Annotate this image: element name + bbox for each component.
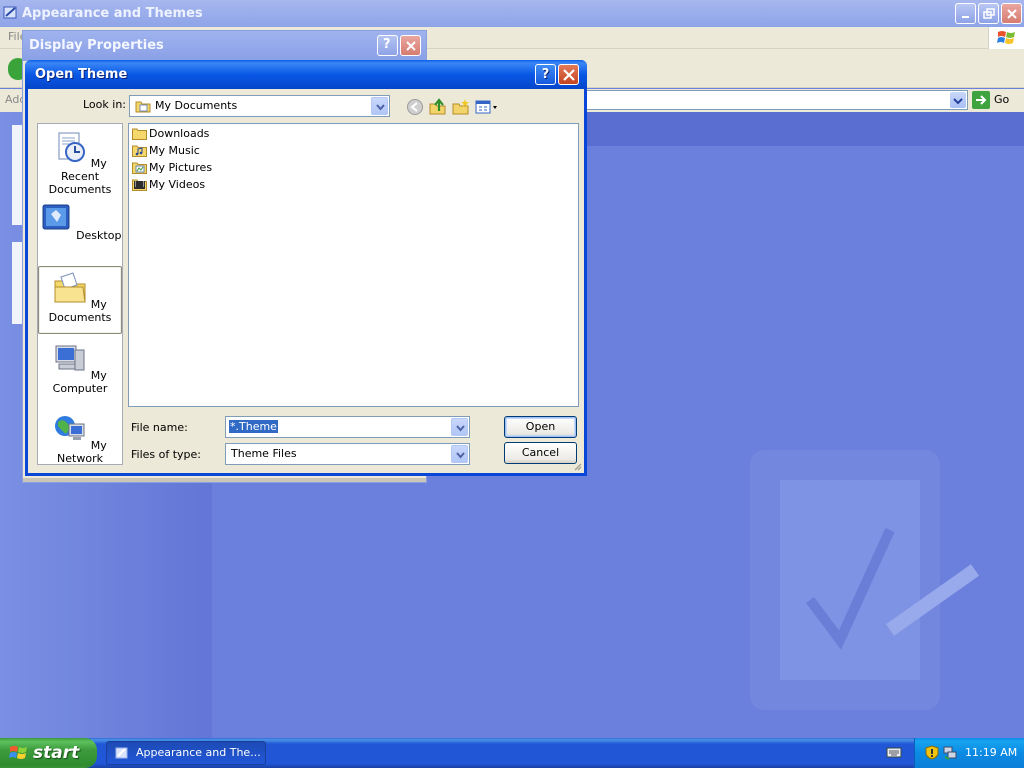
taskbar: start Appearance and The... 11:19 AM [0,738,1024,768]
recent-documents-icon [58,132,86,162]
go-button[interactable]: Go [972,91,1020,109]
file-list[interactable]: Downloads My Music My Pictures My Videos [128,123,579,407]
restore-button[interactable] [978,3,999,24]
my-documents-icon [54,272,86,303]
windows-flag-icon [997,31,1015,44]
help-icon: ? [383,37,391,52]
up-folder-icon[interactable] [429,98,447,116]
taskbar-item-appearance-themes[interactable]: Appearance and The... [106,741,266,765]
windows-flag-icon [9,746,27,759]
list-item[interactable]: My Pictures [132,160,212,176]
list-item[interactable]: Downloads [132,126,209,142]
security-shield-icon[interactable] [925,745,939,760]
files-of-type-value: Theme Files [231,447,297,460]
music-folder-icon [132,145,147,157]
close-icon [563,69,575,81]
go-arrow-icon [972,91,990,109]
files-of-type-select[interactable]: Theme Files [225,443,470,465]
chevron-down-icon [456,452,465,459]
display-properties-edge [23,478,426,482]
chevron-down-icon [376,104,385,111]
address-dropdown-button[interactable] [950,92,966,108]
place-my-recent-documents[interactable]: My Recent Documents [38,126,122,196]
keyboard-icon[interactable] [886,745,902,759]
new-folder-icon[interactable] [452,98,470,116]
place-desktop[interactable]: Desktop [38,198,122,258]
place-label: Desktop [76,229,122,242]
resize-grip-icon[interactable] [572,461,582,471]
back-arrow-icon[interactable] [406,98,424,116]
clock[interactable]: 11:19 AM [965,738,1017,768]
list-item[interactable]: My Videos [132,177,205,193]
view-menu-icon[interactable] [475,98,499,116]
place-my-network[interactable]: My Network [38,408,122,468]
taskbar-item-label: Appearance and The... [136,746,261,759]
checklist-watermark-icon [750,450,980,710]
windows-logo [988,27,1024,49]
display-properties-title: Display Properties [29,38,164,53]
minimize-button[interactable] [955,3,976,24]
network-connection-icon[interactable] [943,745,957,760]
open-theme-dialog: Open Theme ? Look in: My Documents My Re… [25,60,587,476]
open-button[interactable]: Open [504,416,577,438]
chevron-down-icon [456,425,465,432]
start-button[interactable]: start [0,738,97,768]
pictures-folder-icon [132,162,147,174]
explorer-title: Appearance and Themes [22,6,203,21]
close-icon [406,41,416,51]
desktop-icon [42,204,70,230]
file-name-label: File name: [131,421,188,434]
cancel-button[interactable]: Cancel [504,442,577,464]
appearance-themes-icon [3,6,17,19]
place-my-documents[interactable]: My Documents [38,266,122,334]
look-in-label: Look in: [83,98,126,111]
look-in-dropdown-button[interactable] [371,97,388,115]
open-theme-title: Open Theme [35,67,128,82]
explorer-title-bar: Appearance and Themes [0,0,1024,27]
files-of-type-dropdown-button[interactable] [451,445,468,463]
file-name: My Music [149,144,200,157]
go-label: Go [994,93,1010,106]
system-tray: 11:19 AM [914,738,1024,768]
file-name-value: *.Theme [229,420,278,433]
help-icon: ? [541,67,550,82]
videos-folder-icon [132,179,147,191]
file-name-input[interactable]: *.Theme [225,416,470,438]
minimize-icon [962,16,969,18]
start-label: start [33,743,80,763]
chevron-down-icon [953,98,963,105]
look-in-value: My Documents [155,99,238,112]
file-name: My Pictures [149,161,213,174]
close-icon [1007,9,1017,19]
places-bar: My Recent Documents Desktop My Documents… [37,123,123,465]
cancel-button-label: Cancel [521,446,560,459]
open-button-label: Open [525,420,556,433]
appearance-themes-icon [115,747,128,759]
look-in-select[interactable]: My Documents [129,95,390,117]
close-button[interactable] [558,64,579,85]
files-of-type-label: Files of type: [131,448,202,461]
my-network-icon [55,416,85,440]
help-button[interactable]: ? [535,64,556,85]
display-properties-help-button[interactable]: ? [377,35,398,56]
folder-icon [132,128,147,140]
my-computer-icon [55,345,85,371]
file-name: My Videos [149,178,206,191]
file-name: Downloads [149,127,210,140]
display-properties-close-button[interactable] [400,35,421,56]
address-input[interactable] [580,90,968,110]
file-name-dropdown-button[interactable] [451,418,468,436]
display-properties-title-bar: Display Properties [23,31,426,61]
place-my-computer[interactable]: My Computer [38,338,122,398]
explorer-close-button[interactable] [1001,3,1022,24]
list-item[interactable]: My Music [132,143,200,159]
open-theme-title-bar: Open Theme ? [25,60,587,89]
restore-icon [983,8,995,19]
my-documents-small-icon [135,101,151,113]
